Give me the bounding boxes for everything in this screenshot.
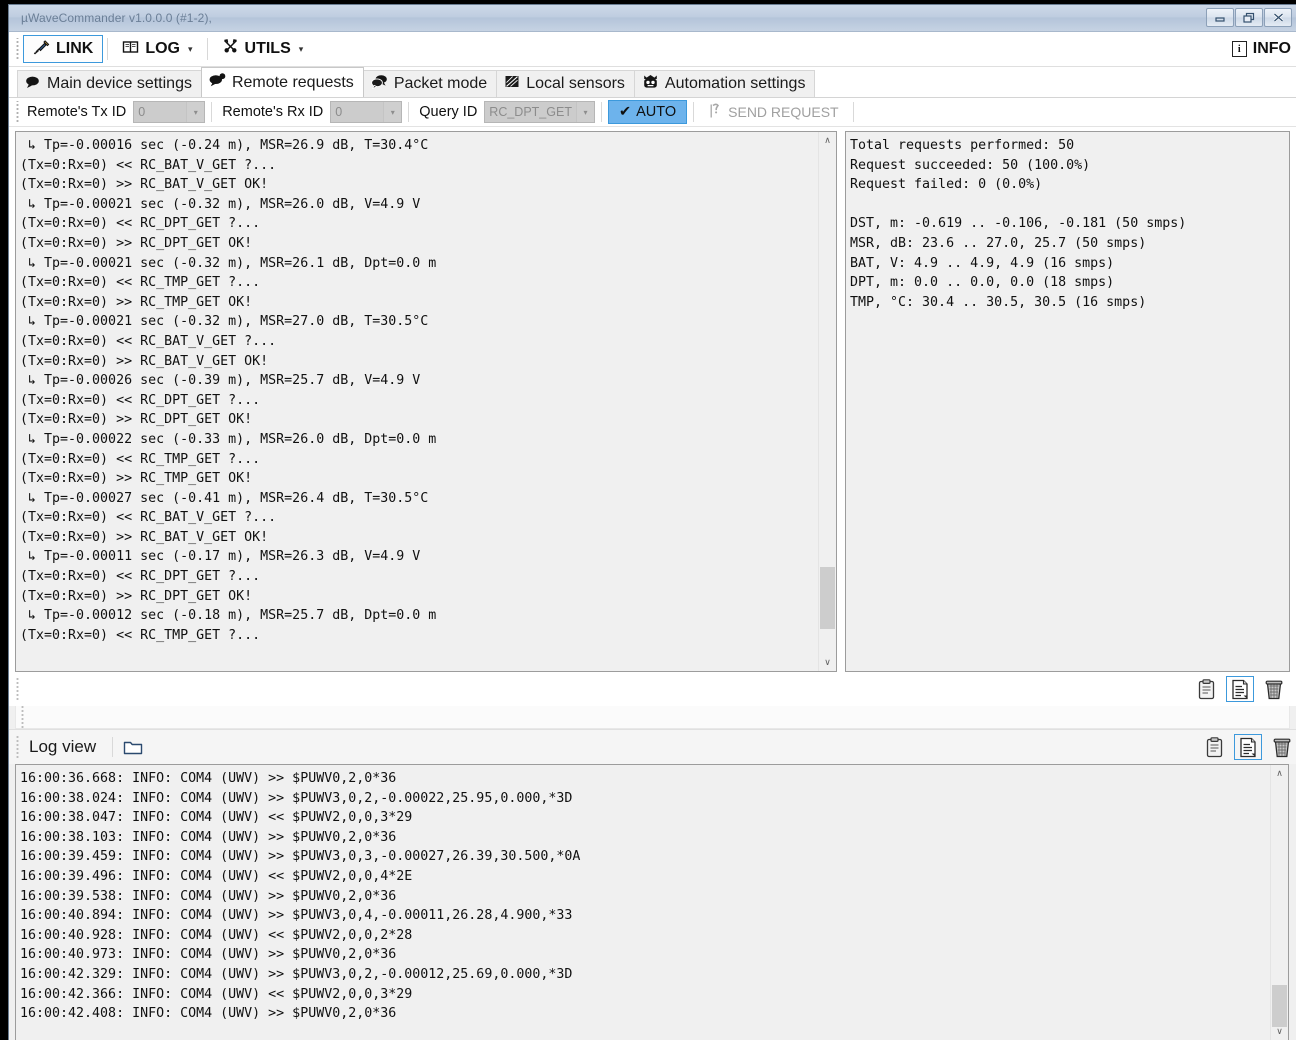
title-bar: µWaveCommander v1.0.0.0 (#1-2),: [9, 5, 1296, 32]
toolbar-separator: [107, 38, 109, 60]
log-button[interactable]: LOG ▾: [112, 35, 202, 63]
scrollbar-thumb[interactable]: [820, 567, 835, 629]
book-icon: [122, 39, 139, 60]
info-button[interactable]: i INFO: [1223, 35, 1296, 63]
tab-strip: Main device settings Remote requests Pac…: [9, 67, 1296, 98]
log-view-actions: [1200, 734, 1296, 760]
request-log-scrollbar[interactable]: ∧ ∨: [818, 132, 836, 671]
tab-label: Local sensors: [526, 75, 625, 92]
speech-bubble-icon: [25, 75, 41, 94]
logview-clear-button[interactable]: [1268, 734, 1296, 760]
scroll-up-icon[interactable]: ∧: [819, 132, 836, 149]
toolbar-separator: [408, 102, 410, 122]
question-flag-icon: [708, 103, 722, 122]
tools-icon: [222, 38, 239, 60]
minimize-button[interactable]: [1206, 8, 1234, 27]
toolbar-separator: [206, 38, 208, 60]
send-request-button[interactable]: SEND REQUEST: [700, 100, 846, 124]
toolbar-separator: [112, 737, 114, 757]
logview-save-button[interactable]: [1234, 734, 1262, 760]
chevron-down-icon: ▾: [575, 102, 594, 122]
content-area: ↳ Tp=-0.00016 sec (-0.24 m), MSR=26.9 dB…: [9, 127, 1296, 672]
log-button-label: LOG: [145, 40, 180, 57]
rx-id-value: 0: [335, 105, 343, 119]
window-controls: [1206, 8, 1292, 27]
statistics-text: Total requests performed: 50 Request suc…: [850, 138, 1187, 310]
tab-automation-settings[interactable]: Automation settings: [633, 70, 816, 97]
query-id-value: RC_DPT_GET: [489, 105, 572, 119]
tab-label: Main device settings: [47, 75, 192, 92]
link-button-label: LINK: [56, 40, 94, 57]
toolbar-separator: [693, 102, 695, 122]
log-view-pane: 16:00:36.668: INFO: COM4 (UWV) >> $PUWV0…: [15, 764, 1289, 1040]
link-button[interactable]: LINK: [23, 35, 104, 63]
close-button[interactable]: [1264, 8, 1292, 27]
toolbar-gripper[interactable]: [15, 38, 21, 60]
chevron-down-icon: ▾: [298, 43, 304, 54]
open-log-folder-button[interactable]: [119, 734, 147, 760]
auto-toggle-button[interactable]: ✔ AUTO: [607, 100, 688, 124]
chevron-down-icon: ▾: [186, 102, 205, 122]
scroll-down-icon[interactable]: ∨: [1271, 1023, 1288, 1040]
log-view-header: Log view: [9, 729, 1296, 764]
scroll-up-icon[interactable]: ∧: [1271, 765, 1288, 782]
tab-main-device-settings[interactable]: Main device settings: [17, 70, 202, 97]
tab-label: Automation settings: [664, 75, 806, 92]
tx-id-combo[interactable]: 0 ▾: [133, 101, 206, 123]
query-id-combo[interactable]: RC_DPT_GET ▾: [484, 101, 595, 123]
utils-button[interactable]: UTILS ▾: [212, 35, 314, 63]
chevron-down-icon: ▾: [383, 102, 402, 122]
sensor-icon: [504, 74, 520, 94]
log-view-text: 16:00:36.668: INFO: COM4 (UWV) >> $PUWV0…: [20, 771, 581, 1022]
tab-local-sensors[interactable]: Local sensors: [496, 70, 635, 97]
log-view-title: Log view: [29, 737, 97, 756]
request-pane-actions: [1192, 676, 1288, 702]
auto-button-label: AUTO: [636, 104, 677, 120]
query-id-label: Query ID: [419, 104, 478, 120]
tx-id-value: 0: [138, 105, 146, 119]
window-title: µWaveCommander v1.0.0.0 (#1-2),: [21, 11, 212, 25]
request-pane-iconbar: [9, 672, 1296, 706]
restore-button[interactable]: [1235, 8, 1263, 27]
log-view-splitter-grip[interactable]: [15, 735, 21, 759]
request-save-button[interactable]: [1226, 676, 1254, 702]
request-log-text: ↳ Tp=-0.00016 sec (-0.24 m), MSR=26.9 dB…: [20, 138, 437, 643]
application-window: µWaveCommander v1.0.0.0 (#1-2), LINK LOG…: [8, 4, 1296, 1040]
check-icon: ✔: [618, 104, 632, 120]
tab-label: Packet mode: [393, 75, 488, 92]
plug-icon: [33, 38, 50, 60]
request-toolbar: Remote's Tx ID 0 ▾ Remote's Rx ID 0 ▾ Qu…: [9, 98, 1296, 127]
toolbar-separator: [600, 102, 602, 122]
main-toolbar: LINK LOG ▾ UTILS ▾ i INFO: [9, 32, 1296, 67]
utils-button-label: UTILS: [244, 40, 291, 57]
pane-splitter-grip[interactable]: [15, 677, 21, 701]
robot-icon: [642, 74, 659, 95]
request-clear-button[interactable]: [1260, 676, 1288, 702]
speech-bubbles-dark-icon: [370, 74, 388, 94]
scroll-down-icon[interactable]: ∨: [819, 654, 836, 671]
scrollbar-thumb[interactable]: [1272, 985, 1287, 1027]
info-icon: i: [1231, 41, 1247, 57]
request-pane-footer-strip: [15, 705, 1290, 729]
info-button-label: INFO: [1252, 40, 1291, 57]
tab-remote-requests[interactable]: Remote requests: [200, 67, 364, 97]
chevron-down-icon: ▾: [188, 43, 193, 54]
rx-id-label: Remote's Rx ID: [222, 104, 324, 120]
send-request-label: SEND REQUEST: [728, 104, 839, 120]
footer-splitter-grip[interactable]: [20, 705, 26, 729]
toolbar-separator: [852, 102, 854, 122]
log-view-scrollbar[interactable]: ∧ ∨: [1270, 765, 1288, 1040]
speech-bubbles-icon: [209, 73, 226, 92]
statistics-pane: Total requests performed: 50 Request suc…: [845, 131, 1290, 672]
rx-id-combo[interactable]: 0 ▾: [330, 101, 403, 123]
tab-packet-mode[interactable]: Packet mode: [362, 70, 498, 97]
tab-label: Remote requests: [231, 73, 354, 91]
tx-id-label: Remote's Tx ID: [27, 104, 127, 120]
request-toolbar-gripper[interactable]: [15, 101, 21, 123]
request-copy-button[interactable]: [1192, 676, 1220, 702]
toolbar-separator: [211, 102, 213, 122]
logview-copy-button[interactable]: [1200, 734, 1228, 760]
request-log-pane: ↳ Tp=-0.00016 sec (-0.24 m), MSR=26.9 dB…: [15, 131, 837, 672]
